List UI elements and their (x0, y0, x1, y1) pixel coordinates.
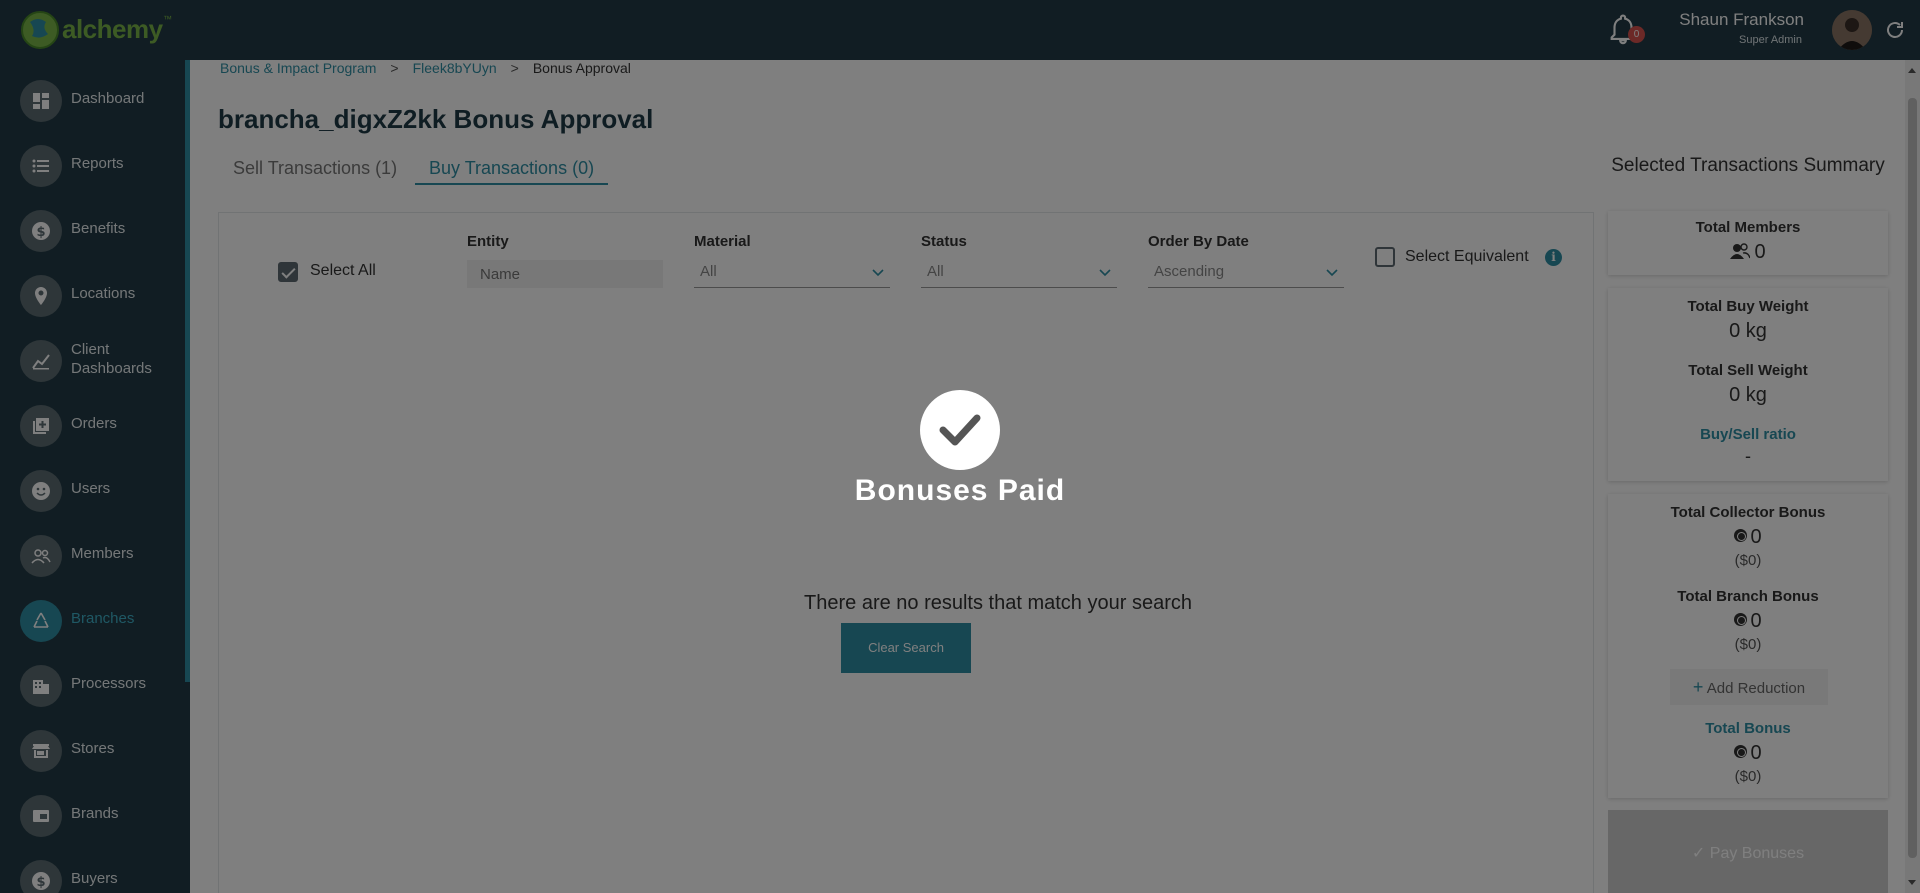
success-message: Bonuses Paid (854, 474, 1066, 507)
success-check-icon (920, 390, 1000, 470)
modal-overlay[interactable]: Bonuses Paid (0, 0, 1920, 893)
